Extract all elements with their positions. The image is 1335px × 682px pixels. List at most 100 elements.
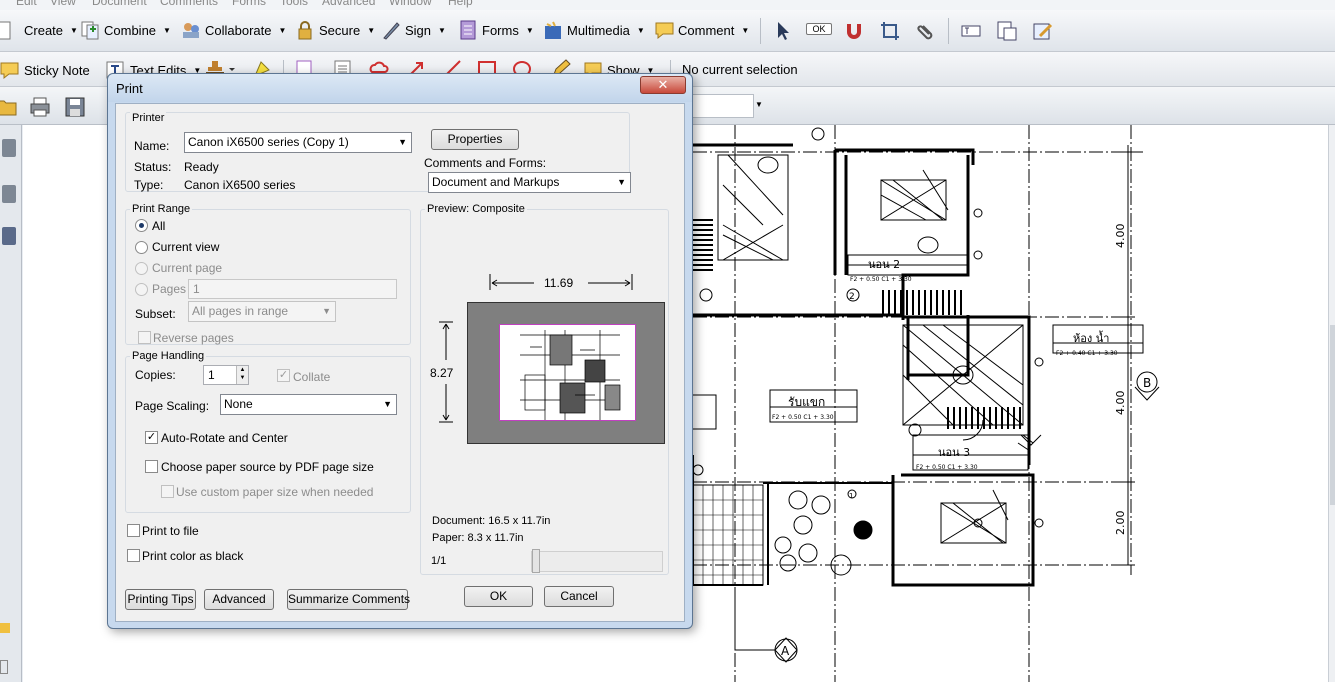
chevron-down-icon: ▼ bbox=[741, 25, 750, 35]
open-folder-icon[interactable] bbox=[0, 96, 22, 118]
preview-slider-thumb[interactable] bbox=[532, 549, 540, 573]
radio-current-view[interactable] bbox=[135, 241, 148, 254]
lock-icon bbox=[295, 20, 315, 40]
text-field-icon[interactable] bbox=[960, 20, 982, 42]
stepper-arrows-icon[interactable]: ▲ ▼ bbox=[236, 366, 248, 384]
print-icon[interactable] bbox=[29, 96, 51, 118]
print-color-black-checkbox[interactable] bbox=[127, 549, 140, 562]
scrollbar-thumb[interactable] bbox=[1330, 325, 1335, 505]
cancel-button[interactable]: Cancel bbox=[544, 586, 614, 607]
save-icon[interactable] bbox=[64, 96, 86, 118]
signatures-panel-icon[interactable] bbox=[2, 227, 16, 245]
room-label-bedroom3: นอน 3 bbox=[938, 446, 970, 459]
page-counter: 1/1 bbox=[431, 555, 447, 567]
print-color-black-label: Print color as black bbox=[142, 549, 244, 563]
comment-button[interactable]: Comment ▼ bbox=[654, 20, 749, 40]
callout-number-1: 1 bbox=[849, 492, 853, 500]
advanced-button[interactable]: Advanced bbox=[204, 589, 274, 610]
menu-help[interactable]: Help bbox=[448, 0, 473, 8]
sign-button[interactable]: Sign ▼ bbox=[381, 20, 446, 40]
copies-stepper[interactable]: 1 ▲ ▼ bbox=[203, 365, 249, 385]
form-edit-icon[interactable] bbox=[1032, 20, 1054, 42]
multimedia-button[interactable]: Multimedia ▼ bbox=[543, 20, 645, 40]
printer-name-select[interactable]: Canon iX6500 series (Copy 1) ▼ bbox=[184, 132, 412, 153]
properties-button[interactable]: Properties bbox=[431, 129, 519, 150]
custom-paper-checkbox[interactable] bbox=[161, 485, 174, 498]
paper-size: Paper: 8.3 x 11.7in bbox=[432, 532, 524, 544]
zoom-combo[interactable] bbox=[690, 94, 754, 118]
dialog-title: Print bbox=[116, 81, 143, 96]
printer-status-value: Ready bbox=[184, 160, 219, 174]
attach-panel-icon[interactable] bbox=[0, 660, 8, 674]
paper-source-label: Choose paper source by PDF page size bbox=[161, 460, 374, 474]
reverse-pages-label: Reverse pages bbox=[153, 331, 234, 345]
menu-comments[interactable]: Comments bbox=[160, 0, 218, 8]
preview-width-label: 11.69 bbox=[544, 276, 574, 290]
create-button[interactable]: Create ▼ bbox=[0, 20, 78, 40]
printing-tips-button[interactable]: Printing Tips bbox=[125, 589, 196, 610]
select-arrow-icon[interactable] bbox=[772, 20, 794, 42]
dimension-label-3: 2.00 bbox=[1114, 511, 1127, 536]
radio-pages[interactable] bbox=[135, 283, 148, 296]
tasks-toolbar: Create ▼ Combine ▼ Collaborate ▼ Secure ▼ Si… bbox=[0, 10, 1335, 52]
chevron-down-icon: ▼ bbox=[278, 25, 287, 35]
dialog-titlebar[interactable]: Print bbox=[108, 74, 692, 102]
radio-current-page[interactable] bbox=[135, 262, 148, 275]
combine-icon bbox=[80, 20, 100, 40]
close-icon: ✕ bbox=[657, 77, 669, 92]
attachments-panel-icon[interactable] bbox=[2, 185, 16, 203]
preview-drawing-thumbnail bbox=[520, 330, 621, 420]
radio-all[interactable] bbox=[135, 219, 148, 232]
menu-advanced[interactable]: Advanced bbox=[322, 0, 375, 8]
forms-button[interactable]: Forms ▼ bbox=[458, 20, 534, 40]
pages-input[interactable]: 1 bbox=[188, 279, 397, 299]
menu-view[interactable]: View bbox=[50, 0, 76, 8]
sticky-note-icon bbox=[0, 60, 20, 80]
vertical-scrollbar[interactable] bbox=[1328, 125, 1335, 682]
callout-number-2: 2 bbox=[849, 292, 855, 302]
forms-icon bbox=[458, 20, 478, 40]
collaborate-button[interactable]: Collaborate ▼ bbox=[181, 20, 286, 40]
page-handling-label: Page Handling bbox=[130, 350, 207, 362]
attach-icon[interactable] bbox=[915, 20, 937, 42]
menu-document[interactable]: Document bbox=[92, 0, 147, 8]
print-dialog: Print ✕ Printer Name: Canon iX6500 serie… bbox=[107, 73, 693, 629]
page-scaling-select[interactable]: None ▼ bbox=[220, 394, 397, 415]
create-icon bbox=[0, 20, 20, 40]
ok-badge-button[interactable]: OK bbox=[806, 20, 832, 42]
page-number-icon[interactable] bbox=[996, 20, 1018, 42]
menu-tools[interactable]: Tools bbox=[280, 0, 308, 8]
secure-button[interactable]: Secure ▼ bbox=[295, 20, 375, 40]
room-label-bathroom: ห้อง น้ำ bbox=[1073, 330, 1109, 345]
reverse-pages-checkbox[interactable] bbox=[138, 331, 151, 344]
preview-page-slider[interactable] bbox=[531, 551, 663, 572]
crop-icon[interactable] bbox=[879, 20, 901, 42]
combine-button[interactable]: Combine ▼ bbox=[80, 20, 171, 40]
printer-status-label: Status: bbox=[134, 160, 172, 174]
preview-height-label: 8.27 bbox=[430, 366, 454, 380]
toolbar-separator bbox=[760, 18, 761, 44]
ok-button[interactable]: OK bbox=[464, 586, 533, 607]
comments-forms-label: Comments and Forms: bbox=[424, 156, 547, 170]
dimension-label-2: 4.00 bbox=[1114, 391, 1127, 416]
comments-forms-select[interactable]: Document and Markups ▼ bbox=[428, 172, 631, 193]
subset-select[interactable]: All pages in range ▼ bbox=[188, 301, 336, 322]
sticky-note-button[interactable]: Sticky Note bbox=[0, 60, 90, 80]
zoom-chevron-down-icon[interactable]: ▼ bbox=[755, 100, 763, 109]
paper-source-checkbox[interactable] bbox=[145, 460, 158, 473]
chevron-down-icon: ▼ bbox=[367, 25, 376, 35]
print-to-file-checkbox[interactable] bbox=[127, 524, 140, 537]
menu-edit[interactable]: Edit bbox=[16, 0, 37, 8]
level-tag-3: F2 + 0.50 C1 + 3.30 bbox=[916, 464, 978, 471]
auto-rotate-checkbox[interactable]: ✓ bbox=[145, 431, 158, 444]
menu-window[interactable]: Window bbox=[389, 0, 432, 8]
radio-current-page-label: Current page bbox=[152, 261, 223, 275]
pages-panel-icon[interactable] bbox=[2, 139, 16, 157]
close-button[interactable]: ✕ bbox=[640, 76, 686, 94]
level-tag-4: F2 + 0.40 C1 + 3.30 bbox=[1056, 350, 1118, 357]
collate-checkbox[interactable]: ✓ bbox=[277, 369, 290, 382]
menu-forms[interactable]: Forms bbox=[232, 0, 266, 8]
magnet-icon[interactable] bbox=[843, 20, 865, 42]
summarize-comments-button[interactable]: Summarize Comments bbox=[287, 589, 410, 610]
comments-panel-icon[interactable] bbox=[0, 623, 10, 633]
